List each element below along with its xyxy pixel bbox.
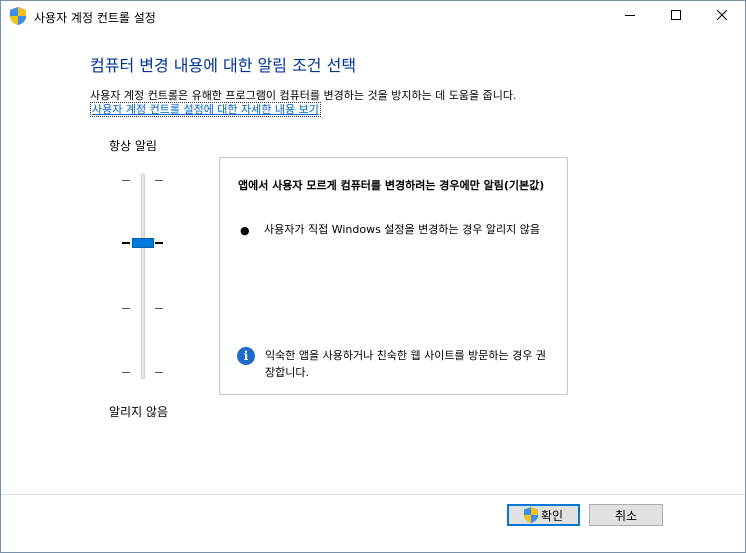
title-bar: 사용자 계정 컨트롤 설정 — [1, 1, 745, 31]
description-text: 사용자 계정 컨트롤은 유해한 프로그램이 컴퓨터를 변경하는 것을 방지하는 … — [90, 89, 517, 102]
slider-tick-selected — [122, 242, 130, 244]
cancel-button[interactable]: 취소 — [589, 504, 663, 526]
uac-shield-icon — [10, 7, 26, 25]
slider-tick — [122, 180, 130, 181]
slider-tick — [155, 308, 163, 309]
slider-tick — [155, 180, 163, 181]
minimize-icon — [625, 9, 635, 23]
uac-slider-track[interactable] — [141, 174, 145, 379]
recommendation-text: 익숙한 앱을 사용하거나 친숙한 웹 사이트를 방문하는 경우 권장합니다. — [265, 349, 546, 379]
info-icon: i — [237, 347, 255, 365]
page-heading: 컴퓨터 변경 내용에 대한 알림 조건 선택 — [90, 56, 357, 75]
slider-tick — [122, 372, 130, 373]
level-description-panel: 앱에서 사용자 모르게 컴퓨터를 변경하려는 경우에만 알림(기본값) ● 사용… — [219, 157, 568, 395]
bullet-icon: ● — [240, 224, 250, 237]
level-bullet-text: 사용자가 직접 Windows 설정을 변경하는 경우 알리지 않음 — [264, 223, 540, 236]
slider-top-label: 항상 알림 — [109, 139, 157, 153]
slider-bottom-label: 알리지 않음 — [109, 405, 169, 419]
slider-tick — [155, 372, 163, 373]
cancel-button-label: 취소 — [614, 508, 638, 523]
maximize-button[interactable] — [653, 1, 699, 31]
window-title: 사용자 계정 컨트롤 설정 — [34, 11, 156, 25]
maximize-icon — [671, 9, 681, 23]
slider-tick — [122, 308, 130, 309]
ok-button-label: 확인 — [540, 508, 564, 523]
level-title: 앱에서 사용자 모르게 컴퓨터를 변경하려는 경우에만 알림(기본값) — [238, 179, 545, 192]
minimize-button[interactable] — [607, 1, 653, 31]
uac-slider-thumb[interactable] — [132, 238, 154, 248]
close-icon — [716, 9, 728, 23]
slider-tick-selected — [155, 242, 163, 244]
uac-shield-icon — [523, 507, 538, 523]
footer-divider — [1, 494, 745, 495]
uac-settings-window: 사용자 계정 컨트롤 설정 컴퓨터 변경 내용에 대한 알림 조건 선택 사용자… — [0, 0, 746, 553]
close-button[interactable] — [699, 1, 745, 31]
learn-more-link[interactable]: 사용자 계정 컨트롤 설정에 대한 자세한 내용 보기 — [90, 102, 321, 117]
ok-button[interactable]: 확인 — [507, 504, 580, 526]
